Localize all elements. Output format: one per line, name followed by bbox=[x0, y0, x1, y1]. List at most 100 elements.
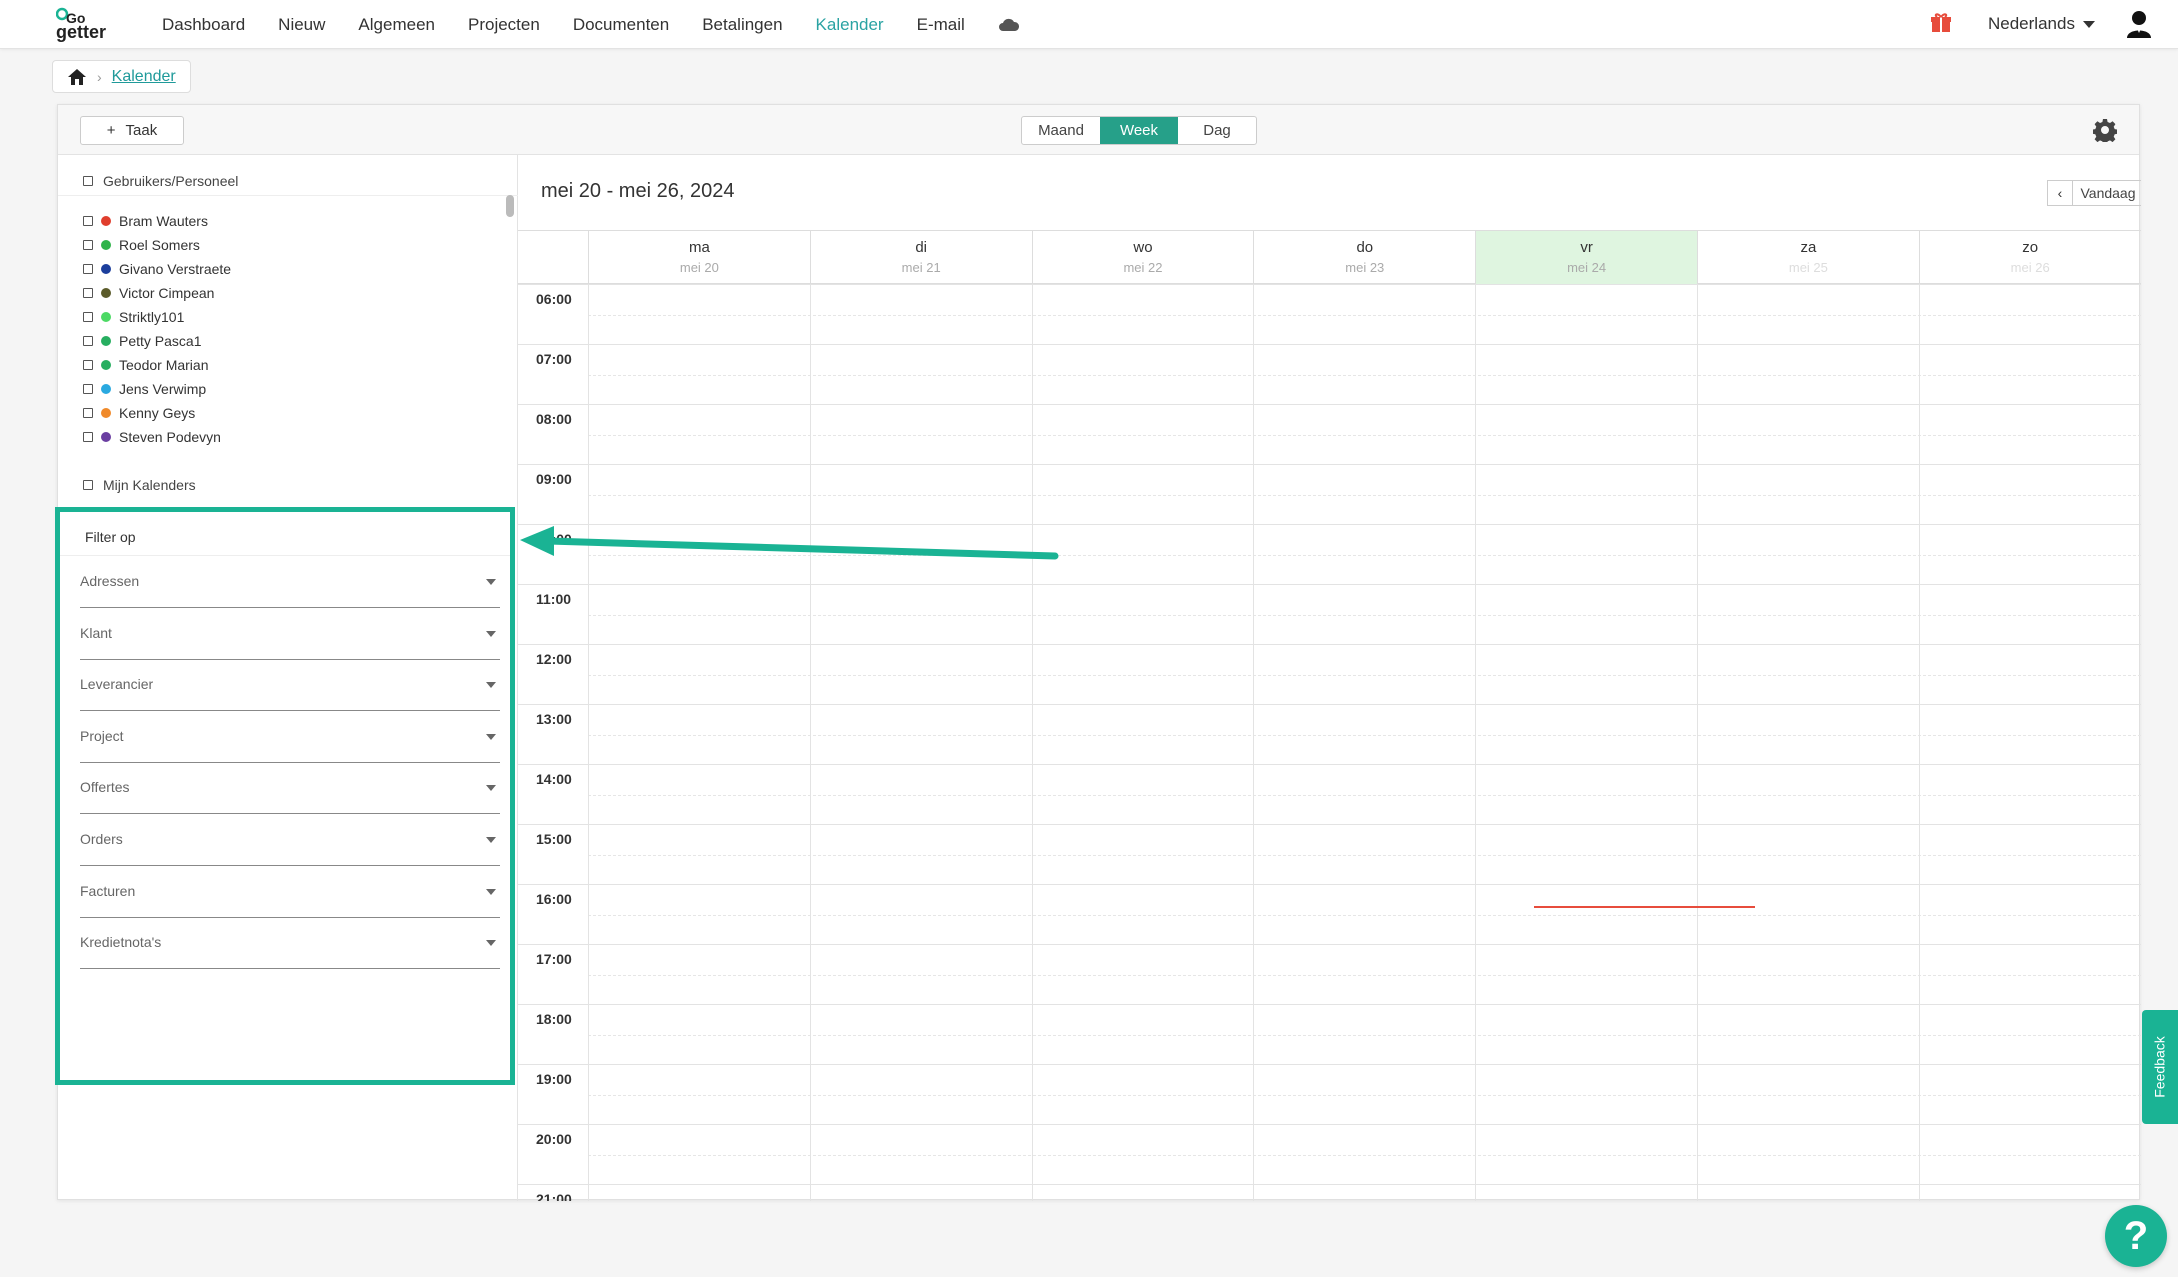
hour-row[interactable]: 06:00 bbox=[518, 284, 2141, 344]
day-header-zo[interactable]: zo mei 26 bbox=[1918, 231, 2141, 284]
hour-row[interactable]: 13:00 bbox=[518, 704, 2141, 764]
users-group-toggle[interactable]: Gebruikers/Personeel bbox=[83, 173, 238, 189]
day-header-do[interactable]: do mei 23 bbox=[1253, 231, 1475, 284]
user-item[interactable]: Givano Verstraete bbox=[83, 257, 231, 281]
user-item[interactable]: Bram Wauters bbox=[83, 209, 208, 233]
current-time-indicator bbox=[1534, 906, 1755, 908]
dropdown-caret-icon bbox=[486, 733, 496, 740]
hour-row[interactable]: 11:00 bbox=[518, 584, 2141, 644]
logo-text-bottom: getter bbox=[56, 22, 106, 42]
gear-icon[interactable] bbox=[2093, 118, 2117, 142]
half-hour-line bbox=[588, 795, 2141, 796]
language-selector[interactable]: Nederlands bbox=[1988, 14, 2095, 34]
hour-row[interactable]: 07:00 bbox=[518, 344, 2141, 404]
view-dag-button[interactable]: Dag bbox=[1178, 117, 1256, 144]
feedback-label: Feedback bbox=[2152, 1036, 2169, 1098]
day-column-divider bbox=[1697, 284, 1698, 1201]
nav-item-e-mail[interactable]: E-mail bbox=[917, 15, 965, 35]
day-header-ma[interactable]: ma mei 20 bbox=[588, 231, 810, 284]
nav-item-dashboard[interactable]: Dashboard bbox=[162, 15, 245, 35]
filter-adressen-select[interactable]: Adressen bbox=[80, 556, 500, 608]
user-name: Givano Verstraete bbox=[119, 261, 232, 277]
nav-item-nieuw[interactable]: Nieuw bbox=[278, 15, 325, 35]
view-week-button[interactable]: Week bbox=[1100, 117, 1178, 144]
filter-field-label: Project bbox=[80, 727, 124, 744]
user-checkbox[interactable] bbox=[83, 264, 93, 274]
hour-row[interactable]: 12:00 bbox=[518, 644, 2141, 704]
hour-row[interactable]: 14:00 bbox=[518, 764, 2141, 824]
user-checkbox[interactable] bbox=[83, 408, 93, 418]
today-button[interactable]: Vandaag bbox=[2073, 180, 2141, 206]
user-checkbox[interactable] bbox=[83, 312, 93, 322]
user-item[interactable]: Teodor Marian bbox=[83, 353, 209, 377]
user-item[interactable]: Steven Podevyn bbox=[83, 425, 221, 449]
hour-label: 15:00 bbox=[536, 831, 572, 847]
day-header-di[interactable]: di mei 21 bbox=[809, 231, 1032, 284]
day-header-za[interactable]: za mei 25 bbox=[1697, 231, 1919, 284]
filter-kredietnota-s-select[interactable]: Kredietnota's bbox=[80, 917, 500, 970]
user-checkbox[interactable] bbox=[83, 240, 93, 250]
nav-item-projecten[interactable]: Projecten bbox=[468, 15, 540, 35]
user-item[interactable]: Striktly101 bbox=[83, 305, 184, 329]
nav-item-betalingen[interactable]: Betalingen bbox=[702, 15, 782, 35]
filter-leverancier-select[interactable]: Leverancier bbox=[80, 659, 500, 712]
half-hour-line bbox=[588, 1035, 2141, 1036]
hour-row[interactable]: 08:00 bbox=[518, 404, 2141, 464]
day-header-vr[interactable]: vr mei 24 bbox=[1475, 231, 1697, 284]
users-list-scrollbar[interactable] bbox=[506, 195, 514, 217]
hour-row[interactable]: 18:00 bbox=[518, 1004, 2141, 1064]
day-column-divider bbox=[1918, 284, 1920, 1201]
hour-row[interactable]: 20:00 bbox=[518, 1124, 2141, 1184]
user-checkbox[interactable] bbox=[83, 288, 93, 298]
view-maand-button[interactable]: Maand bbox=[1022, 117, 1100, 144]
day-column-divider bbox=[1031, 284, 1033, 1201]
user-item[interactable]: Roel Somers bbox=[83, 233, 200, 257]
hour-row[interactable]: 19:00 bbox=[518, 1064, 2141, 1124]
user-item[interactable]: Victor Cimpean bbox=[83, 281, 214, 305]
half-hour-line bbox=[588, 735, 2141, 736]
user-checkbox[interactable] bbox=[83, 216, 93, 226]
user-checkbox[interactable] bbox=[83, 360, 93, 370]
help-button[interactable]: ? bbox=[2105, 1205, 2167, 1267]
users-group-checkbox[interactable] bbox=[83, 176, 93, 186]
breadcrumb-kalender-link[interactable]: Kalender bbox=[112, 68, 176, 86]
filter-orders-select[interactable]: Orders bbox=[80, 814, 500, 866]
my-calendars-checkbox[interactable] bbox=[83, 480, 93, 490]
filter-klant-select[interactable]: Klant bbox=[80, 608, 500, 660]
day-date: mei 22 bbox=[1123, 260, 1163, 275]
filter-offertes-select[interactable]: Offertes bbox=[80, 762, 500, 815]
user-item[interactable]: Jens Verwimp bbox=[83, 377, 206, 401]
user-checkbox[interactable] bbox=[83, 384, 93, 394]
breadcrumb: › Kalender bbox=[52, 60, 191, 93]
gift-icon[interactable] bbox=[1930, 12, 1952, 34]
feedback-tab[interactable]: Feedback bbox=[2142, 1010, 2178, 1124]
day-header-wo[interactable]: wo mei 22 bbox=[1031, 231, 1254, 284]
cloud-icon[interactable] bbox=[998, 18, 1020, 32]
user-checkbox[interactable] bbox=[83, 432, 93, 442]
user-checkbox[interactable] bbox=[83, 336, 93, 346]
filter-facturen-select[interactable]: Facturen bbox=[80, 866, 500, 918]
user-item[interactable]: Petty Pasca1 bbox=[83, 329, 202, 353]
user-item[interactable]: Kenny Geys bbox=[83, 401, 195, 425]
day-name: ma bbox=[688, 239, 710, 256]
hour-row[interactable]: 16:00 bbox=[518, 884, 2141, 944]
filter-project-select[interactable]: Project bbox=[80, 711, 500, 763]
hour-row[interactable]: 09:00 bbox=[518, 464, 2141, 524]
hour-row[interactable]: 15:00 bbox=[518, 824, 2141, 884]
help-icon: ? bbox=[2123, 1213, 2149, 1258]
my-calendars-toggle[interactable]: Mijn Kalenders bbox=[83, 477, 196, 493]
previous-week-button[interactable]: ‹ bbox=[2047, 180, 2073, 206]
hour-row[interactable]: 17:00 bbox=[518, 944, 2141, 1004]
user-item[interactable]: Stiebenie Comel bbox=[83, 449, 222, 453]
filter-field-label: Klant bbox=[80, 624, 112, 641]
add-task-button[interactable]: + Taak bbox=[80, 116, 184, 145]
nav-item-kalender[interactable]: Kalender bbox=[816, 15, 884, 35]
user-icon[interactable] bbox=[2126, 9, 2152, 39]
gogetter-logo[interactable]: Go getter bbox=[56, 6, 132, 42]
hour-row[interactable]: 21:00 bbox=[518, 1184, 2141, 1201]
home-icon[interactable] bbox=[67, 68, 87, 86]
nav-item-documenten[interactable]: Documenten bbox=[573, 15, 669, 35]
dropdown-caret-icon bbox=[486, 785, 496, 792]
nav-item-algemeen[interactable]: Algemeen bbox=[358, 15, 435, 35]
filter-field-label: Offertes bbox=[80, 779, 130, 796]
